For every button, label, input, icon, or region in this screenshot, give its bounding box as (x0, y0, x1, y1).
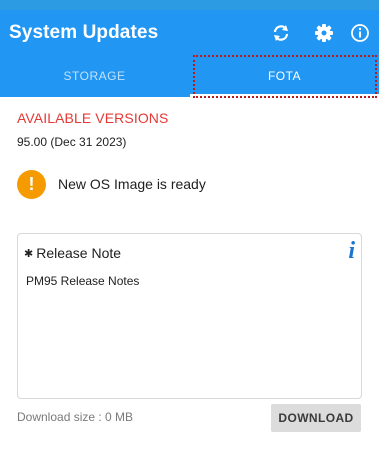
status-bar-strip (0, 0, 379, 10)
status-message: New OS Image is ready (58, 176, 206, 192)
warning-icon: ! (17, 170, 46, 199)
release-note-title: ✱ Release Note (24, 245, 121, 261)
download-size-label: Download size : 0 MB (17, 410, 134, 424)
release-note-title-text: Release Note (36, 245, 122, 261)
info-icon[interactable]: i (348, 238, 355, 265)
os-image-status: ! New OS Image is ready (17, 170, 357, 200)
release-note-card: ✱ Release Note i PM95 Release Notes (17, 233, 362, 399)
app-title: System Updates (9, 22, 159, 43)
refresh-icon[interactable] (271, 23, 291, 43)
info-circle-icon[interactable] (350, 23, 370, 43)
app-bar: System Updates (0, 10, 379, 56)
download-button[interactable]: DOWNLOAD (271, 404, 361, 432)
available-versions-heading: AVAILABLE VERSIONS (17, 110, 169, 126)
fota-tab-highlight (193, 55, 377, 98)
gear-icon[interactable] (314, 23, 334, 43)
release-note-body: PM95 Release Notes (26, 274, 140, 288)
asterisk-icon: ✱ (24, 248, 34, 260)
available-version: 95.00 (Dec 31 2023) (17, 135, 127, 149)
tab-storage[interactable]: STORAGE (0, 56, 189, 97)
